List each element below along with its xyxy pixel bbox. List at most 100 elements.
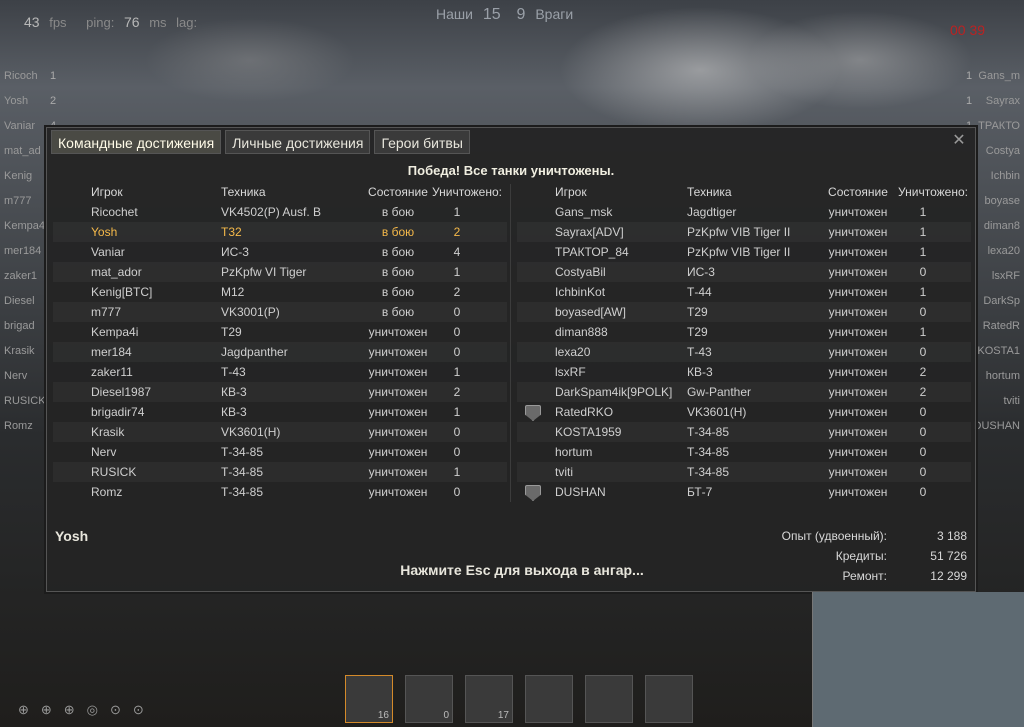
tank-cell: КВ-3 bbox=[687, 365, 713, 379]
table-row: DarkSpam4ik[9POLK] Gw-Panther уничтожен 2 bbox=[517, 382, 971, 402]
tab-battle-heroes[interactable]: Герои битвы bbox=[374, 130, 470, 154]
close-icon[interactable]: ✕ bbox=[949, 130, 969, 150]
player-name-cell: m777 bbox=[91, 305, 122, 319]
sidebar-name: hortum bbox=[985, 370, 1020, 382]
sidebar-name: DarkSp bbox=[983, 295, 1020, 307]
kills-cell: 0 bbox=[919, 425, 927, 439]
tank-cell: T29 bbox=[221, 325, 242, 339]
ammo-slot[interactable]: 16 bbox=[345, 675, 393, 723]
kills-cell: 0 bbox=[453, 325, 461, 339]
kills-cell: 0 bbox=[919, 405, 927, 419]
allies-count: 15 bbox=[482, 6, 501, 23]
header-state: Состояние bbox=[828, 185, 888, 199]
player-name-cell: boyased[AW] bbox=[555, 305, 626, 319]
player-name-cell: Diesel1987 bbox=[91, 385, 152, 399]
table-row: mer184 Jagdpanther уничтожен 0 bbox=[53, 342, 507, 362]
table-header: Игрок Техника Состояние Уничтожено: bbox=[517, 182, 971, 202]
table-row: Diesel1987 КВ-3 уничтожен 2 bbox=[53, 382, 507, 402]
minimap bbox=[812, 592, 1024, 727]
kills-cell: 2 bbox=[453, 225, 461, 239]
kills-cell: 1 bbox=[453, 465, 461, 479]
kills-cell: 1 bbox=[453, 205, 461, 219]
tank-cell: Т-43 bbox=[221, 365, 246, 379]
tab-personal-achievements[interactable]: Личные достижения bbox=[225, 130, 371, 154]
slot-count: 0 bbox=[443, 710, 449, 721]
table-row: RUSICK Т-34-85 уничтожен 1 bbox=[53, 462, 507, 482]
table-row: Nerv Т-34-85 уничтожен 0 bbox=[53, 442, 507, 462]
table-row: KOSTA1959 Т-34-85 уничтожен 0 bbox=[517, 422, 971, 442]
sidebar-name: Gans_m bbox=[978, 70, 1020, 82]
kills-cell: 2 bbox=[919, 385, 927, 399]
enemies-count: 9 bbox=[516, 6, 526, 23]
table-row: Romz Т-34-85 уничтожен 0 bbox=[53, 482, 507, 502]
kills-cell: 0 bbox=[919, 445, 927, 459]
enemy-team-table: Игрок Техника Состояние Уничтожено: Gans… bbox=[517, 182, 971, 502]
allied-team-table: Игрок Техника Состояние Уничтожено: Rico… bbox=[53, 182, 507, 502]
table-row: Kempa4i T29 уничтожен 0 bbox=[53, 322, 507, 342]
player-name-cell: brigadir74 bbox=[91, 405, 145, 419]
player-name-cell: DUSHAN bbox=[555, 485, 606, 499]
sidebar-name: Sayrax bbox=[985, 95, 1020, 107]
sidebar-kill-count: 1 bbox=[966, 70, 973, 82]
sidebar-name: Ricoch bbox=[4, 70, 38, 82]
sidebar-name: RUSICK bbox=[4, 395, 46, 407]
sidebar-name: zaker1 bbox=[4, 270, 38, 282]
sidebar-name: RatedR bbox=[982, 320, 1020, 332]
tank-cell: ИС-3 bbox=[687, 265, 715, 279]
repair-kit-slot[interactable] bbox=[585, 675, 633, 723]
tank-cell: PzKpfw VIB Tiger II bbox=[687, 245, 791, 259]
tank-cell: VK3601(H) bbox=[221, 425, 281, 439]
player-name-cell: diman888 bbox=[555, 325, 608, 339]
player-name-cell: hortum bbox=[555, 445, 593, 459]
tank-cell: Т-34-85 bbox=[687, 445, 730, 459]
table-row: Gans_msk Jagdtiger уничтожен 1 bbox=[517, 202, 971, 222]
ammo-slot[interactable]: 0 bbox=[405, 675, 453, 723]
fire-extinguisher-slot[interactable] bbox=[525, 675, 573, 723]
rank-badge-icon bbox=[525, 485, 541, 501]
tab-team-achievements[interactable]: Командные достижения bbox=[51, 130, 222, 154]
table-row: ТРАКТОР_84 PzKpfw VIB Tiger II уничтожен 1 bbox=[517, 242, 971, 262]
crew-status-icons: ⊕⊕⊕◎⊙⊙ bbox=[18, 702, 156, 717]
sidebar-name: m777 bbox=[4, 195, 32, 207]
team-divider bbox=[510, 184, 511, 502]
kills-cell: 0 bbox=[453, 305, 461, 319]
kills-cell: 0 bbox=[453, 425, 461, 439]
kills-cell: 0 bbox=[919, 345, 927, 359]
tank-cell: VK4502(P) Ausf. B bbox=[221, 205, 322, 219]
table-row: m777 VK3001(P) в бою 0 bbox=[53, 302, 507, 322]
table-row: boyased[AW] T29 уничтожен 0 bbox=[517, 302, 971, 322]
fps-value: 43 bbox=[24, 14, 40, 30]
table-row: tviti Т-34-85 уничтожен 0 bbox=[517, 462, 971, 482]
kills-cell: 2 bbox=[453, 285, 461, 299]
header-kills: Уничтожено: bbox=[432, 185, 502, 199]
consumables-bar: 16 0 17 bbox=[345, 675, 705, 723]
ping-value: 76 bbox=[124, 14, 140, 30]
player-name-cell: IchbinKot bbox=[555, 285, 606, 299]
sidebar-name: mat_ad bbox=[4, 145, 41, 157]
player-name-cell: Krasik bbox=[91, 425, 125, 439]
experience-label: Опыт (удвоенный): bbox=[781, 529, 887, 543]
table-row: brigadir74 КВ-3 уничтожен 1 bbox=[53, 402, 507, 422]
kills-cell: 0 bbox=[919, 305, 927, 319]
exit-hint: Нажмите Esc для выхода в ангар... bbox=[400, 562, 644, 578]
tank-cell: Т-34-85 bbox=[687, 465, 730, 479]
sidebar-kill-count: 1 bbox=[966, 95, 973, 107]
table-row: lexa20 Т-43 уничтожен 0 bbox=[517, 342, 971, 362]
tank-cell: Т-44 bbox=[687, 285, 712, 299]
battle-result-title: Победа! Все танки уничтожены. bbox=[407, 163, 615, 178]
header-tank: Техника bbox=[687, 185, 732, 199]
player-name-cell: Kenig[BTC] bbox=[91, 285, 153, 299]
player-name: Yosh bbox=[55, 528, 89, 544]
player-name-cell: Yosh bbox=[91, 225, 118, 239]
results-tabs: Командные достижения Личные достижения Г… bbox=[51, 130, 474, 154]
kills-cell: 2 bbox=[453, 385, 461, 399]
sidebar-name: Ichbin bbox=[990, 170, 1020, 182]
sidebar-kill-count: 2 bbox=[50, 95, 57, 107]
player-name-cell: DarkSpam4ik[9POLK] bbox=[555, 385, 673, 399]
tank-cell: PzKpfw VI Tiger bbox=[221, 265, 307, 279]
left-team-sidebar: Ricoch Yosh Vaniar mat_ad Kenig m777 Kem… bbox=[4, 64, 46, 439]
tank-cell: Jagdtiger bbox=[687, 205, 737, 219]
ammo-slot[interactable]: 17 bbox=[465, 675, 513, 723]
medkit-slot[interactable] bbox=[645, 675, 693, 723]
sidebar-name: Nerv bbox=[4, 370, 28, 382]
